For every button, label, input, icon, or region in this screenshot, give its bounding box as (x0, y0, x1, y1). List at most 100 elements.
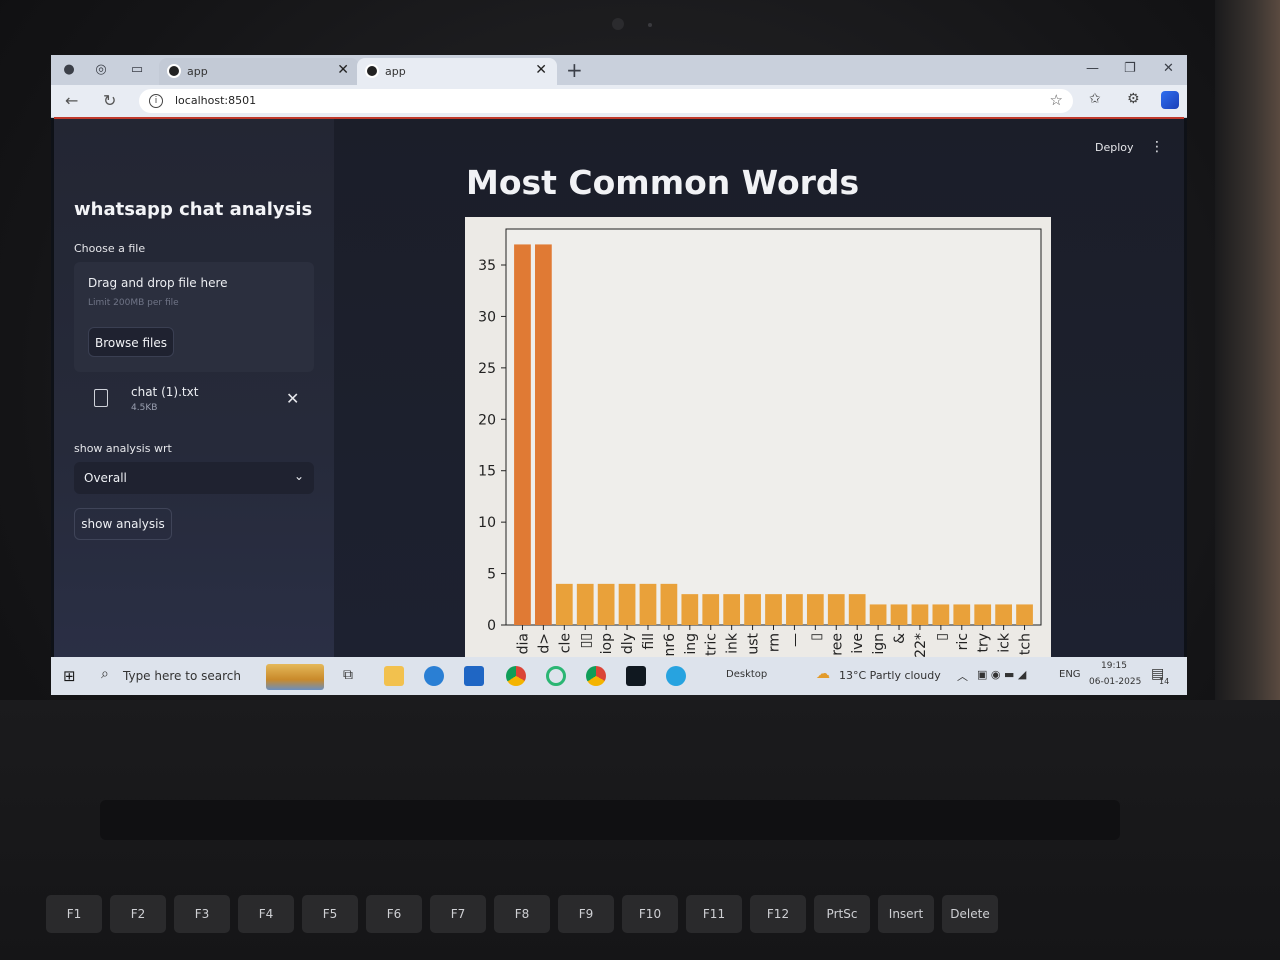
bar (723, 594, 741, 625)
url-text[interactable]: localhost:8501 (175, 94, 256, 107)
key-f2: F2 (110, 895, 166, 933)
minimize-icon[interactable]: — (1086, 61, 1099, 76)
bar (806, 594, 824, 625)
task-view-icon[interactable]: ⧉ (343, 667, 353, 683)
y-tick-label: 5 (487, 567, 496, 583)
windows-taskbar: ⊞ ⌕ Type here to search ⧉ Desktop ☁ 13°C… (51, 657, 1187, 695)
desktop-label[interactable]: Desktop (726, 669, 767, 680)
x-tick-label: dia (515, 633, 531, 654)
x-tick-label: dly (620, 633, 636, 654)
x-tick-label: ric (955, 633, 971, 650)
tab-app-2[interactable]: app ✕ (357, 58, 557, 85)
file-dropzone[interactable]: Drag and drop file here Limit 200MB per … (74, 262, 314, 372)
site-info-icon[interactable]: i (149, 94, 163, 108)
extensions-icon[interactable]: ⚙ (1127, 91, 1140, 107)
page-title: Most Common Words (466, 163, 860, 202)
restore-icon[interactable]: ❐ (1124, 61, 1136, 76)
windows-start-icon[interactable]: ⊞ (63, 667, 76, 685)
x-tick-label: tch (1018, 633, 1034, 655)
x-tick-label: ust (746, 632, 762, 654)
deploy-button[interactable]: Deploy (1095, 141, 1134, 154)
app-ring-icon[interactable] (546, 666, 566, 686)
y-tick-label: 35 (478, 258, 496, 274)
y-tick-label: 30 (478, 309, 496, 325)
key-f10: F10 (622, 895, 678, 933)
reload-icon[interactable]: ↻ (103, 91, 116, 110)
remove-file-icon[interactable]: ✕ (286, 389, 299, 408)
bar (744, 594, 761, 625)
y-tick-label: 10 (478, 515, 496, 531)
new-tab-icon[interactable]: + (566, 58, 583, 82)
browse-files-button[interactable]: Browse files (88, 327, 174, 357)
file-name: chat (1).txt (131, 385, 199, 399)
bar (1016, 604, 1033, 625)
tray-icons[interactable]: ▣ ◉ ▬ ◢ (977, 668, 1026, 681)
tab-title: app (187, 65, 208, 78)
clock-date[interactable]: 06-01-2025 (1089, 677, 1141, 687)
dropzone-limit: Limit 200MB per file (88, 298, 179, 308)
main-content: Deploy ⋮ Most Common Words 0 5 10 15 20 25 30 3… (334, 119, 1184, 659)
workspaces-icon[interactable]: ◎ (93, 62, 109, 78)
search-highlight-image (266, 664, 324, 690)
chrome-profile-icon[interactable] (586, 666, 606, 686)
x-tick-label: & (892, 633, 908, 644)
taskbar-search-input[interactable]: Type here to search (123, 669, 241, 683)
notification-count: 14 (1159, 677, 1170, 686)
tab-actions-icon[interactable]: ▭ (129, 62, 145, 78)
x-tick-label: tric (704, 633, 720, 656)
chevron-up-icon[interactable]: ︿ (957, 668, 968, 684)
chevron-down-icon[interactable]: ⌄ (294, 469, 304, 483)
bar (576, 583, 594, 625)
bar (660, 583, 678, 625)
dropzone-title: Drag and drop file here (88, 276, 228, 290)
select-value: Overall (84, 471, 127, 485)
webcam-led (648, 23, 652, 27)
favorites-icon[interactable]: ✩ (1089, 91, 1101, 107)
file-explorer-icon[interactable] (384, 666, 404, 686)
x-tick-label: iop (599, 633, 615, 654)
file-size: 4.5KB (131, 403, 158, 413)
chrome-icon[interactable] (506, 666, 526, 686)
edge-beta-icon[interactable] (666, 666, 686, 686)
show-analysis-button[interactable]: show analysis (74, 508, 172, 540)
key-f1: F1 (46, 895, 102, 933)
key-f3: F3 (174, 895, 230, 933)
sidebar-title: whatsapp chat analysis (74, 199, 313, 220)
tab-app-1[interactable]: app ✕ (159, 58, 359, 85)
outlook-icon[interactable] (464, 666, 484, 686)
y-tick-label: 20 (478, 412, 496, 428)
weather-text[interactable]: 13°C Partly cloudy (839, 669, 941, 682)
x-tick-label: fill (641, 633, 657, 650)
browser-tab-bar: ● ◎ ▭ app ✕ app ✕ + — ❐ ✕ (51, 55, 1187, 85)
pycharm-icon[interactable] (626, 666, 646, 686)
bar (514, 244, 531, 625)
edge-icon[interactable] (424, 666, 444, 686)
key-f4: F4 (238, 895, 294, 933)
streamlit-app: whatsapp chat analysis Choose a file Dra… (54, 117, 1184, 659)
x-tick-label: ink (725, 632, 741, 654)
bar (555, 583, 573, 625)
clock-time[interactable]: 19:15 (1101, 661, 1127, 671)
hinge (100, 800, 1120, 840)
x-tick-label: cle (557, 633, 573, 653)
bar (995, 604, 1012, 625)
address-bar[interactable]: i localhost:8501 ☆ (139, 89, 1073, 113)
streamlit-favicon-icon (167, 64, 181, 78)
bookmark-star-icon[interactable]: ☆ (1050, 91, 1063, 109)
key-f9: F9 (558, 895, 614, 933)
copilot-icon[interactable] (1161, 91, 1179, 109)
kebab-menu-icon[interactable]: ⋮ (1150, 139, 1164, 155)
analysis-select[interactable]: Overall ⌄ (74, 462, 314, 494)
profile-icon[interactable]: ● (61, 62, 77, 78)
language-indicator[interactable]: ENG (1059, 669, 1081, 680)
bar (932, 604, 950, 625)
search-icon[interactable]: ⌕ (101, 666, 109, 682)
back-icon[interactable]: ← (65, 91, 78, 110)
x-tick-label: try (976, 633, 992, 653)
bar (618, 583, 636, 625)
close-tab-icon[interactable]: ✕ (535, 62, 547, 78)
close-window-icon[interactable]: ✕ (1163, 61, 1174, 76)
x-tick-label: ive (850, 633, 866, 654)
close-tab-icon[interactable]: ✕ (337, 62, 349, 78)
x-tick-label: ▯ (808, 633, 824, 641)
